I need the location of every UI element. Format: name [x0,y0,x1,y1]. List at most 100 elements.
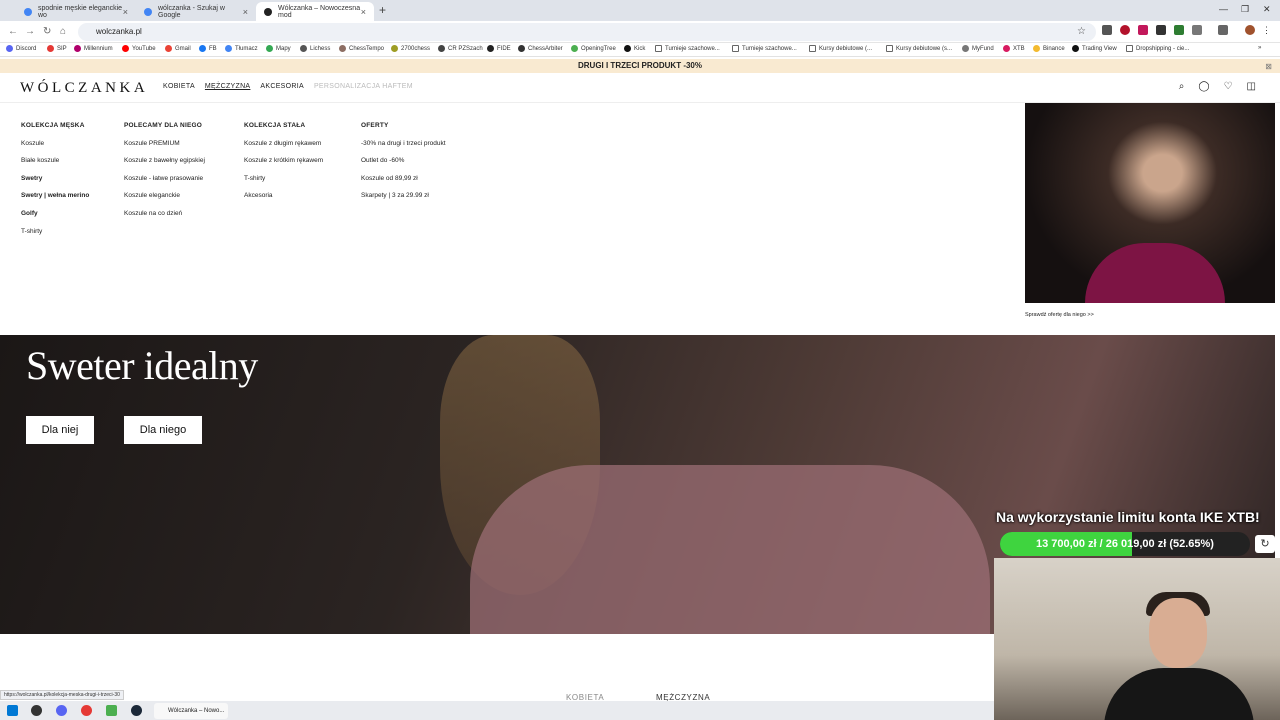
bookmark-item[interactable]: SIP [47,45,67,52]
back-icon[interactable]: ← [8,26,18,37]
search-icon[interactable] [31,705,42,716]
bookmark-item[interactable]: YouTube [122,45,156,52]
reload-icon[interactable]: ↻ [43,26,51,37]
bookmark-item[interactable]: Trading View [1072,45,1117,52]
extensions-icon[interactable] [1192,25,1202,35]
menu-promo-link[interactable]: Sprawdź ofertę dla niego >> [1025,312,1094,318]
bookmark-folder[interactable]: Dropshipping - cie... [1126,45,1189,52]
overlay-title: Na wykorzystanie limitu konta IKE XTB! [996,509,1260,525]
nav-kobieta[interactable]: KOBIETA [163,83,195,90]
wishlist-heart-icon[interactable]: ♡ [1224,81,1233,92]
browser-tab-active[interactable]: Wólczanka – Nowoczesna mod × [256,2,374,21]
bookmark-folder[interactable]: Kursy debiutowe (... [809,45,872,52]
extension-icon[interactable] [1102,25,1112,35]
bookmark-item[interactable]: Kick [624,45,645,52]
app-icon[interactable] [106,705,117,716]
menu-column-title: KOLEKCJA MĘSKA [21,122,85,129]
bookmark-item[interactable]: OpeningTree [571,45,616,52]
search-icon[interactable]: ⌕ [1179,81,1185,92]
cast-icon[interactable] [1218,25,1228,35]
close-window-icon[interactable]: ✕ [1263,4,1271,15]
bookmark-folder[interactable]: Turnieje szachowe... [655,45,720,52]
steam-icon[interactable] [131,705,142,716]
star-icon[interactable]: ☆ [1077,26,1086,37]
menu-promo-image[interactable] [1025,103,1275,303]
bookmark-item[interactable]: CR PZSzach [438,45,483,52]
menu-link[interactable]: Koszule - łatwe prasowanie [124,170,205,188]
menu-link[interactable]: Koszule od 89,99 zł [361,170,446,188]
menu-link[interactable]: Koszule PREMIUM [124,135,205,153]
discord-icon[interactable] [56,705,67,716]
browser-tab[interactable]: wólczanka - Szukaj w Google × [136,2,256,21]
taskbar-chrome-window[interactable]: Wólczanka – Nowo... [154,703,228,719]
bookmark-item[interactable]: Mapy [266,45,291,52]
menu-link[interactable]: Swetry | wełna merino [21,187,89,205]
menu-link[interactable]: Koszule z krótkim rękawem [244,152,323,170]
extension-icon[interactable] [1156,25,1166,35]
overlay-progress-bar: 13 700,00 zł / 26 019,00 zł (52.65%) [1000,532,1250,556]
start-icon[interactable] [7,705,18,716]
bookmark-item[interactable]: FIDE [487,45,511,52]
account-icon[interactable]: ◯ [1198,81,1209,92]
menu-link[interactable]: T-shirty [244,170,323,188]
bookmark-item[interactable]: Millennium [74,45,113,52]
menu-link[interactable]: Koszule z długim rękawem [244,135,323,153]
forward-icon[interactable]: → [25,26,35,37]
mega-menu: KOLEKCJA MĘSKA Koszule Białe koszule Swe… [0,103,1280,335]
main-nav: KOBIETA MĘŻCZYZNA AKCESORIA PERSONALIZAC… [163,83,413,90]
nav-personalizacja[interactable]: PERSONALIZACJA HAFTEM [314,83,413,90]
maximize-icon[interactable]: ❐ [1241,4,1249,15]
home-icon[interactable]: ⌂ [60,26,66,37]
menu-link[interactable]: Akcesoria [244,187,323,205]
nav-mezczyzna[interactable]: MĘŻCZYZNA [205,83,250,90]
bookmark-item[interactable]: ChessArbiter [518,45,563,52]
menu-link[interactable]: Outlet do -60% [361,152,446,170]
bookmark-item[interactable]: FB [199,45,217,52]
extension-icon[interactable] [1138,25,1148,35]
menu-column-kolekcja-stala: KOLEKCJA STAŁA Koszule z długim rękawem … [244,117,323,205]
bookmark-folder[interactable]: Kursy debiutowe (s... [886,45,952,52]
menu-link[interactable]: Koszule z bawełny egipskiej [124,152,205,170]
bookmark-item[interactable]: ChessTempo [339,45,384,52]
bookmark-folder[interactable]: Turnieje szachowe... [732,45,797,52]
site-logo[interactable]: WÓLCZANKA [20,80,148,97]
menu-column-kolekcja-meska: KOLEKCJA MĘSKA Koszule Białe koszule Swe… [21,117,89,240]
menu-link[interactable]: T-shirty [21,223,89,241]
promo-banner[interactable]: DRUGI I TRZECI PRODUKT -30% ⊠ [0,59,1280,73]
close-tab-icon[interactable]: × [243,7,248,17]
menu-link[interactable]: Golfy [21,205,89,223]
close-tab-icon[interactable]: × [123,7,128,17]
menu-link[interactable]: Koszule [21,135,89,153]
extension-icon[interactable] [1174,25,1184,35]
menu-link[interactable]: Skarpety | 3 za 29.99 zł [361,187,446,205]
browser-tab[interactable]: spodnie męskie eleganckie wo × [16,2,136,21]
nav-akcesoria[interactable]: AKCESORIA [260,83,304,90]
bookmark-item[interactable]: Gmail [165,45,191,52]
menu-icon[interactable]: ⋮ [1262,25,1272,35]
bookmark-item[interactable]: Discord [6,45,36,52]
hero-button-dla-niej[interactable]: Dla niej [26,416,94,444]
bookmark-item[interactable]: Tłumacz [225,45,258,52]
bookmark-item[interactable]: XTB [1003,45,1025,52]
app-icon[interactable] [81,705,92,716]
profile-avatar[interactable] [1245,25,1255,35]
hero-button-dla-niego[interactable]: Dla niego [124,416,202,444]
more-bookmarks-icon[interactable]: » [1258,45,1261,51]
bookmark-item[interactable]: 2700chess [391,45,430,52]
menu-link[interactable]: Koszule eleganckie [124,187,205,205]
cart-bag-icon[interactable]: ◫ [1247,81,1256,92]
overlay-progress-text: 13 700,00 zł / 26 019,00 zł (52.65%) [1036,538,1214,550]
menu-link[interactable]: Koszule na co dzień [124,205,205,223]
bookmark-item[interactable]: Binance [1033,45,1065,52]
menu-link[interactable]: Swetry [21,170,89,188]
close-icon[interactable]: ⊠ [1265,60,1272,74]
close-tab-icon[interactable]: × [361,7,366,17]
new-tab-button[interactable]: + [379,3,386,17]
bookmark-item[interactable]: MyFund [962,45,994,52]
menu-link[interactable]: Białe koszule [21,152,89,170]
extension-icon[interactable] [1120,25,1130,35]
menu-link[interactable]: -30% na drugi i trzeci produkt [361,135,446,153]
url-input[interactable]: wolczanka.pl [78,23,1096,41]
bookmark-item[interactable]: Lichess [300,45,330,52]
minimize-icon[interactable]: — [1219,4,1228,14]
